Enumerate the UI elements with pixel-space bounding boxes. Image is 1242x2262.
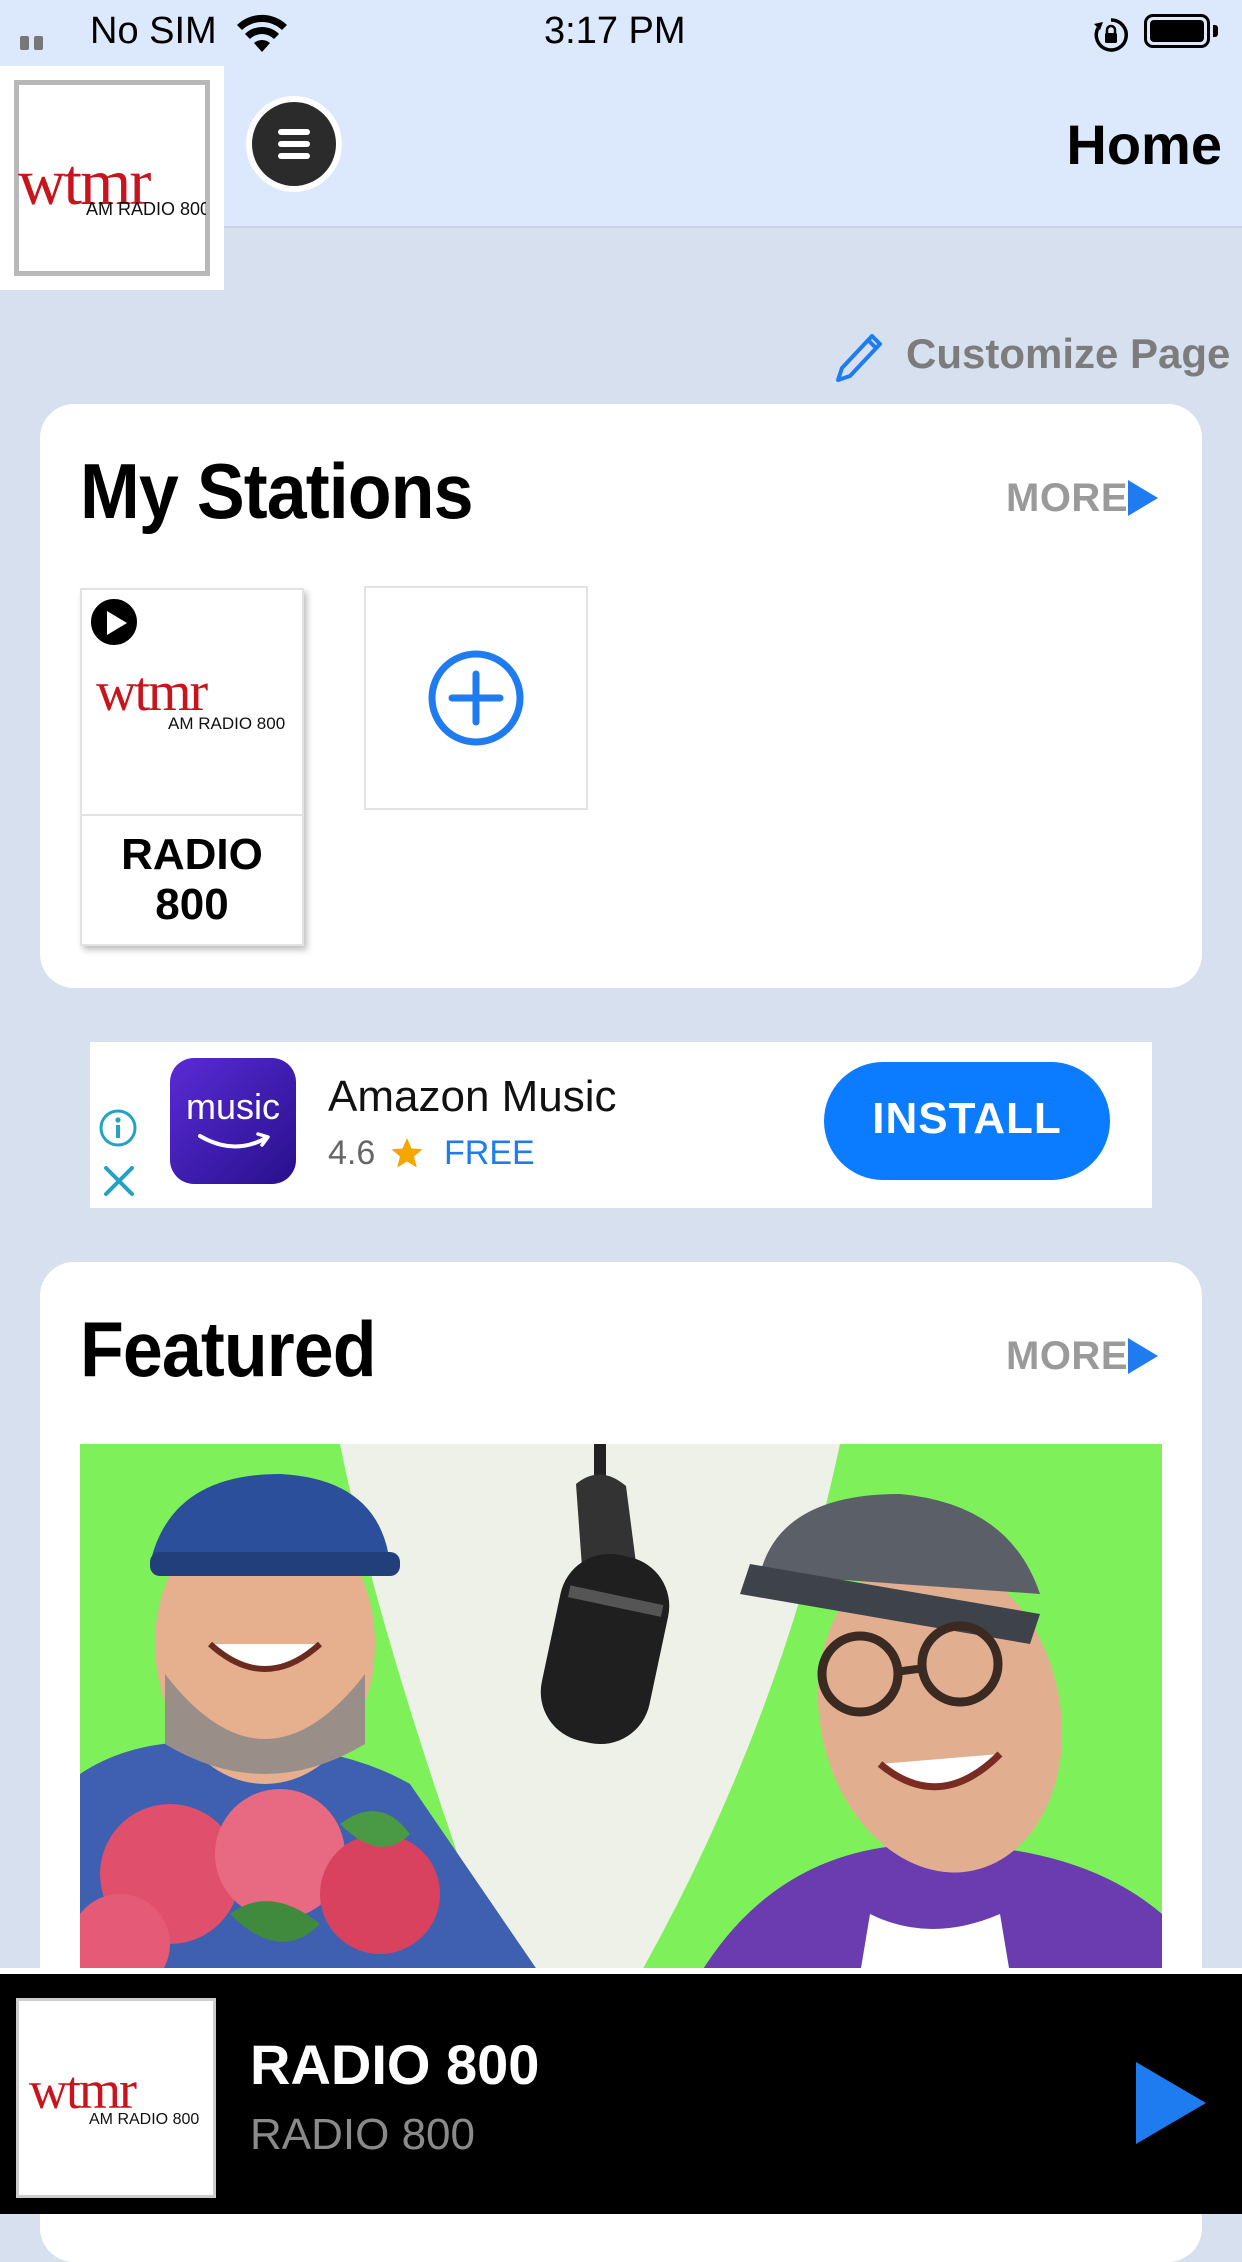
signal-icon bbox=[20, 32, 60, 50]
play-icon[interactable] bbox=[88, 596, 140, 648]
ad-price: FREE bbox=[444, 1134, 535, 1172]
customize-label: Customize Page bbox=[906, 330, 1231, 377]
pencil-icon bbox=[836, 334, 882, 382]
station-tile[interactable]: wtmr AM RADIO 800 RADIO 800 bbox=[80, 588, 304, 946]
more-label: MORE bbox=[1006, 476, 1128, 520]
arrow-right-icon bbox=[1128, 480, 1158, 516]
install-label: INSTALL bbox=[872, 1094, 1062, 1143]
info-icon[interactable] bbox=[98, 1108, 138, 1148]
hamburger-icon bbox=[252, 102, 336, 186]
rotation-lock-icon bbox=[1094, 18, 1128, 52]
player-logo: wtmr AM RADIO 800 bbox=[16, 1998, 216, 2198]
battery-icon bbox=[1144, 14, 1220, 50]
ad-banner[interactable]: music Amazon Music 4.6 FREE INSTALL bbox=[90, 1042, 1152, 1208]
player-title: RADIO 800 bbox=[250, 2033, 540, 2096]
wifi-icon bbox=[237, 14, 287, 52]
station-logo[interactable]: wtmr AM RADIO 800 bbox=[0, 66, 224, 290]
my-stations-more-link[interactable]: MORE bbox=[1006, 472, 1172, 522]
customize-page-button[interactable]: Customize Page bbox=[830, 322, 1230, 386]
my-stations-title: My Stations bbox=[80, 447, 474, 535]
close-icon[interactable] bbox=[102, 1164, 136, 1198]
status-bar: No SIM 3:17 PM bbox=[0, 0, 1242, 66]
mini-player[interactable]: wtmr AM RADIO 800 RADIO 800 RADIO 800 bbox=[0, 1968, 1242, 2214]
logo-wordmark: wtmr bbox=[96, 661, 208, 723]
app-icon-text: music bbox=[185, 1086, 280, 1127]
my-stations-card: My Stations MORE wtmr AM RADIO 800 RADIO… bbox=[40, 404, 1202, 988]
amazon-music-app-icon: music bbox=[170, 1058, 296, 1184]
featured-image[interactable] bbox=[80, 1444, 1162, 1974]
add-station-button[interactable] bbox=[364, 586, 588, 810]
logo-subtitle: AM RADIO 800 bbox=[86, 199, 206, 219]
featured-title: Featured bbox=[80, 1305, 377, 1393]
featured-more-link[interactable]: MORE bbox=[1006, 1330, 1172, 1380]
more-label: MORE bbox=[1006, 1334, 1128, 1378]
clock-label: 3:17 PM bbox=[544, 10, 686, 52]
station-name: RADIO 800 bbox=[121, 830, 263, 929]
install-button[interactable]: INSTALL bbox=[824, 1062, 1110, 1180]
carrier-label: No SIM bbox=[90, 10, 217, 52]
add-circle-icon bbox=[428, 650, 524, 746]
play-icon[interactable] bbox=[1130, 2058, 1210, 2148]
player-subtitle: RADIO 800 bbox=[250, 2110, 475, 2159]
arrow-right-icon bbox=[1128, 1338, 1158, 1374]
page-title: Home bbox=[1066, 113, 1222, 176]
ad-app-name: Amazon Music bbox=[328, 1072, 617, 1121]
ad-rating: 4.6 bbox=[328, 1134, 376, 1172]
logo-subtitle: AM RADIO 800 bbox=[89, 2111, 200, 2128]
menu-button[interactable] bbox=[246, 96, 342, 192]
logo-wordmark: wtmr bbox=[29, 2060, 137, 2120]
logo-subtitle: AM RADIO 800 bbox=[168, 714, 286, 733]
star-icon bbox=[391, 1138, 423, 1168]
